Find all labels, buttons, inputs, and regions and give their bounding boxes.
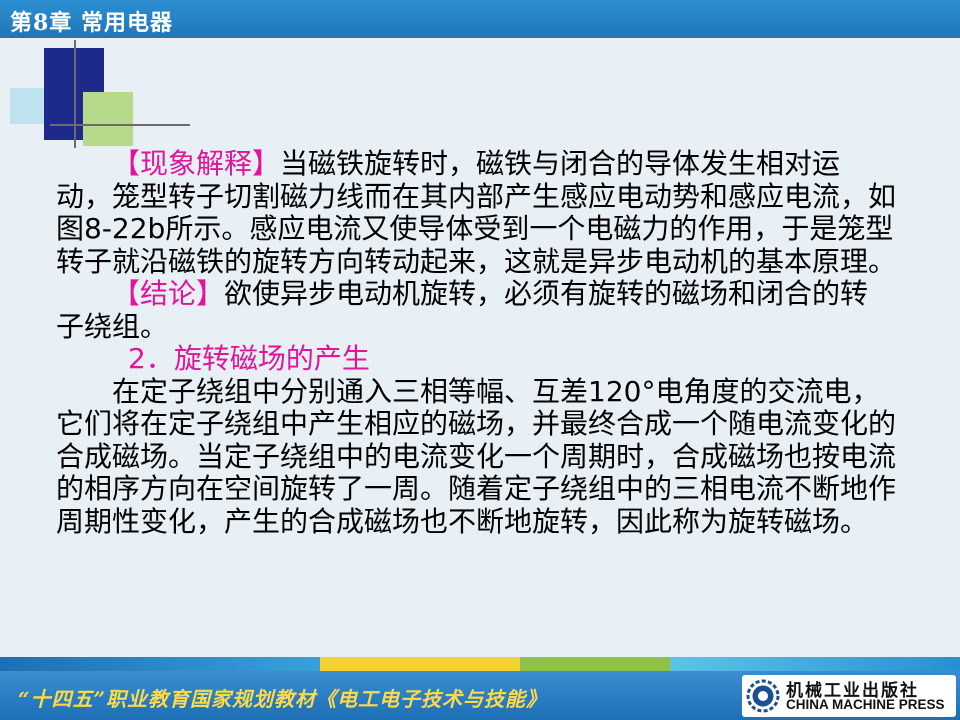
publisher-name-en: CHINA MACHINE PRESS (786, 697, 945, 712)
chapter-title: 第8章 常用电器 (10, 10, 173, 36)
gear-emblem-icon (746, 679, 780, 713)
decoration-lime-block (83, 92, 133, 146)
footer-bar: “十四五”职业教育国家规划教材《电工电子技术与技能》 机械工业出版社 CHINA… (0, 671, 960, 720)
decoration-horizontal-line (50, 124, 190, 126)
conclusion-label: 【结论】 (112, 277, 225, 310)
paragraph-rotating-field: 在定子绕组中分别通入三相等幅、互差120°电角度的交流电，它们将在定子绕组中产生… (56, 374, 897, 538)
header-bar: 第8章 常用电器 (0, 0, 960, 38)
decoration-vertical-line (74, 40, 76, 148)
paragraph-conclusion: 【结论】欲使异步电动机旋转，必须有旋转的磁场和闭合的转子绕组。 (56, 277, 896, 343)
section-heading: 2．旋转磁场的产生 (128, 342, 370, 375)
series-title: “十四五”职业教育国家规划教材《电工电子技术与技能》 (18, 687, 548, 711)
phenomenon-label: 【现象解释】 (112, 147, 281, 180)
slide-body: 【现象解释】当磁铁旋转时，磁铁与闭合的导体发生相对运动，笼型转子切割磁力线而在其… (56, 147, 897, 538)
color-strip (0, 657, 960, 671)
publisher-badge: 机械工业出版社 CHINA MACHINE PRESS (742, 675, 956, 717)
paragraph-phenomenon: 【现象解释】当磁铁旋转时，磁铁与闭合的导体发生相对运动，笼型转子切割磁力线而在其… (56, 147, 896, 278)
